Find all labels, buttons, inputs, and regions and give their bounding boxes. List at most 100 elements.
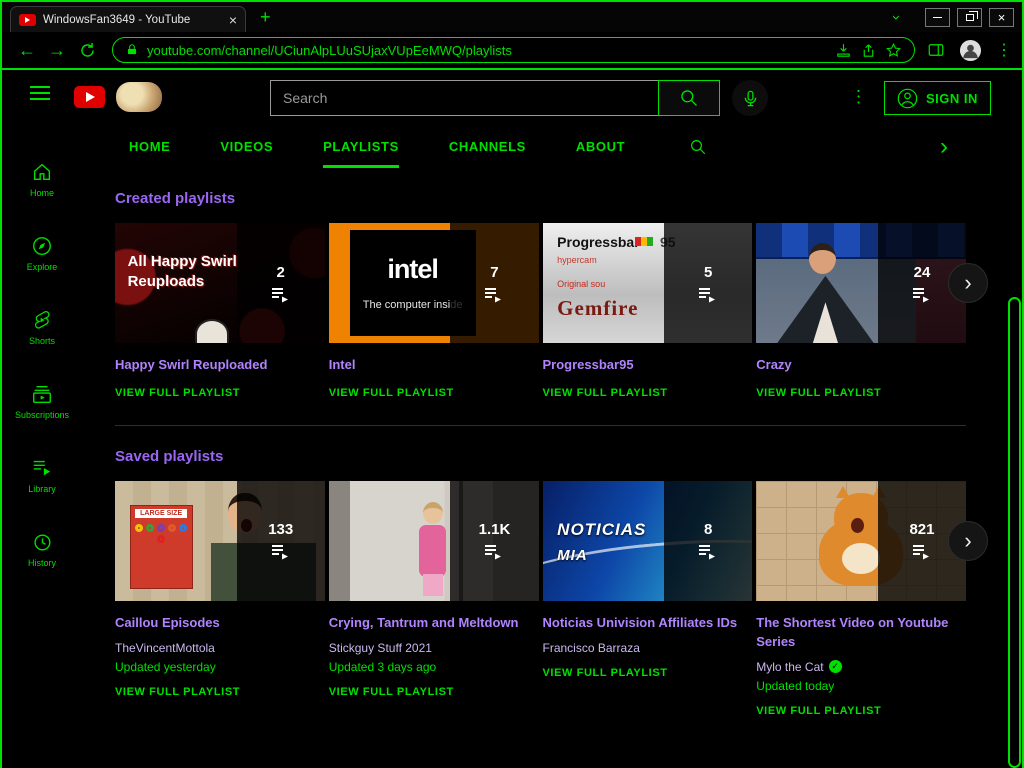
playlist-channel[interactable]: Mylo the Cat ✓: [756, 660, 966, 674]
playlist-icon: [699, 287, 716, 302]
sidebar-item-explore[interactable]: Explore: [4, 216, 80, 290]
browser-menu-dots-icon[interactable]: ⋮: [996, 40, 1012, 60]
forward-button[interactable]: →: [42, 40, 72, 61]
carousel-next-button[interactable]: ›: [948, 263, 988, 303]
channel-logo-image[interactable]: [116, 82, 162, 112]
search-icon: [681, 90, 697, 106]
playlist-title[interactable]: Caillou Episodes: [115, 614, 325, 633]
hamburger-menu-icon[interactable]: [30, 86, 50, 100]
back-button[interactable]: ←: [12, 40, 42, 61]
section-divider: [115, 424, 966, 426]
sidebar-item-subscriptions[interactable]: Subscriptions: [4, 364, 80, 438]
tab-close-icon[interactable]: ×: [229, 13, 237, 27]
playlist-title[interactable]: Crazy: [756, 356, 966, 375]
scrollbar-thumb[interactable]: [1008, 297, 1021, 768]
playlist-title[interactable]: Noticias Univision Affiliates IDs: [543, 614, 753, 633]
channel-tabs: HOME VIDEOS PLAYLISTS CHANNELS ABOUT ›: [2, 126, 1022, 168]
playlist-thumbnail[interactable]: intel The computer inside 7: [328, 223, 539, 343]
playlist-title[interactable]: Progressbar95: [543, 356, 753, 375]
sidebar-toggle-icon[interactable]: [927, 41, 945, 59]
sign-in-label: SIGN IN: [926, 90, 978, 106]
mic-icon: [744, 90, 756, 106]
view-full-playlist-link[interactable]: VIEW FULL PLAYLIST: [329, 387, 539, 399]
view-full-playlist-link[interactable]: VIEW FULL PLAYLIST: [329, 686, 539, 698]
view-full-playlist-link[interactable]: VIEW FULL PLAYLIST: [115, 686, 325, 698]
new-tab-button[interactable]: +: [260, 8, 271, 26]
playlist-icon: [485, 287, 502, 302]
playlist-thumbnail[interactable]: Progressbar 95 hypercam Original sou Gem…: [542, 223, 753, 343]
playlist-title[interactable]: Intel: [329, 356, 539, 375]
youtube-sidebar: Home Explore Shorts Subscriptions Librar…: [4, 142, 80, 586]
playlist-card[interactable]: intel The computer inside 7 Intel VIEW F…: [328, 223, 539, 399]
browser-toolbar: ← → youtube.com/channel/UCiunAlpLUuSUjax…: [2, 32, 1022, 70]
playlist-channel[interactable]: TheVincentMottola: [115, 641, 325, 655]
playlist-count: 8: [704, 521, 713, 539]
search-input[interactable]: [270, 80, 658, 116]
thumbnail-text: LARGE SIZE: [134, 508, 188, 518]
install-app-icon[interactable]: [835, 42, 852, 59]
youtube-logo[interactable]: [74, 86, 105, 108]
playlist-card[interactable]: 1.1K Crying, Tantrum and Meltdown Stickg…: [328, 480, 539, 717]
chevron-down-icon[interactable]: ›: [888, 15, 905, 20]
thumbnail-text: NOTICIAS: [557, 520, 647, 540]
playlist-thumbnail[interactable]: 821: [756, 480, 966, 601]
favorite-star-icon[interactable]: [885, 42, 902, 59]
tab-channels[interactable]: CHANNELS: [449, 126, 526, 168]
browser-window: WindowsFan3649 - YouTube × + › × ← → you…: [0, 0, 1024, 768]
playlist-updated: Updated 3 days ago: [328, 659, 437, 674]
tab-home[interactable]: HOME: [129, 126, 170, 168]
carousel-next-button[interactable]: ›: [948, 520, 988, 561]
restore-button[interactable]: [957, 7, 982, 27]
playlist-title[interactable]: The Shortest Video on Youtube Series: [756, 614, 966, 652]
playlist-thumbnail[interactable]: 1.1K: [328, 480, 539, 601]
playlist-thumbnail[interactable]: 24: [756, 223, 966, 343]
playlist-card[interactable]: All Happy Swirl Reuploads 2 Happy Swirl …: [115, 223, 325, 399]
address-bar[interactable]: youtube.com/channel/UCiunAlpLUuSUjaxVUpE…: [112, 37, 915, 63]
playlist-thumbnail[interactable]: NOTICIAS MIA 8: [542, 480, 753, 601]
playlist-icon: [912, 287, 929, 302]
playlist-card[interactable]: 821 The Shortest Video on Youtube Series…: [756, 480, 966, 717]
subscriptions-icon: [33, 385, 51, 403]
playlist-thumbnail[interactable]: LARGE SIZE 133: [115, 480, 325, 601]
search-button[interactable]: [658, 80, 720, 116]
playlist-card[interactable]: NOTICIAS MIA 8 Noticias Univision Affili…: [542, 480, 753, 717]
playlist-card[interactable]: LARGE SIZE 133 Caillou Episodes TheVince…: [115, 480, 325, 717]
tabs-overflow-chevron-icon[interactable]: ›: [940, 126, 948, 168]
tab-videos[interactable]: VIDEOS: [220, 126, 273, 168]
tab-playlists[interactable]: PLAYLISTS: [323, 126, 399, 168]
share-icon[interactable]: [860, 42, 877, 59]
close-button[interactable]: ×: [989, 7, 1014, 27]
chevron-right-icon: ›: [964, 527, 972, 553]
playlist-updated: Updated today: [756, 678, 835, 693]
playlist-title[interactable]: Crying, Tantrum and Meltdown: [329, 614, 539, 633]
playlist-count-overlay: 1.1K: [450, 480, 539, 601]
channel-search-icon[interactable]: [689, 126, 707, 168]
sidebar-item-history[interactable]: History: [4, 512, 80, 586]
browser-tab[interactable]: WindowsFan3649 - YouTube ×: [10, 6, 246, 32]
sidebar-item-home[interactable]: Home: [4, 142, 80, 216]
tab-about[interactable]: ABOUT: [576, 126, 625, 168]
youtube-menu-dots-icon[interactable]: ⋮: [850, 87, 867, 107]
playlist-channel[interactable]: Stickguy Stuff 2021: [329, 641, 539, 655]
profile-avatar[interactable]: [959, 39, 982, 62]
playlist-count: 24: [913, 263, 931, 281]
view-full-playlist-link[interactable]: VIEW FULL PLAYLIST: [543, 387, 753, 399]
playlist-card[interactable]: 24 Crazy VIEW FULL PLAYLIST: [756, 223, 966, 399]
view-full-playlist-link[interactable]: VIEW FULL PLAYLIST: [756, 705, 966, 717]
sidebar-item-library[interactable]: Library: [4, 438, 80, 512]
view-full-playlist-link[interactable]: VIEW FULL PLAYLIST: [543, 667, 753, 679]
sign-in-button[interactable]: SIGN IN: [884, 81, 991, 115]
view-full-playlist-link[interactable]: VIEW FULL PLAYLIST: [115, 387, 325, 399]
minimize-button[interactable]: [925, 7, 950, 27]
voice-search-button[interactable]: [732, 80, 768, 116]
playlist-thumbnail[interactable]: All Happy Swirl Reuploads 2: [115, 223, 325, 343]
playlist-channel[interactable]: Francisco Barraza: [543, 641, 753, 655]
view-full-playlist-link[interactable]: VIEW FULL PLAYLIST: [756, 387, 966, 399]
playlist-title[interactable]: Happy Swirl Reuploaded: [115, 356, 325, 375]
sidebar-item-shorts[interactable]: Shorts: [4, 290, 80, 364]
refresh-button[interactable]: [72, 41, 102, 60]
playlist-card[interactable]: Progressbar 95 hypercam Original sou Gem…: [542, 223, 753, 399]
playlist-count: 2: [276, 263, 285, 281]
thumbnail-art: LARGE SIZE: [129, 504, 193, 589]
thumbnail-text: Original sou: [557, 279, 606, 290]
